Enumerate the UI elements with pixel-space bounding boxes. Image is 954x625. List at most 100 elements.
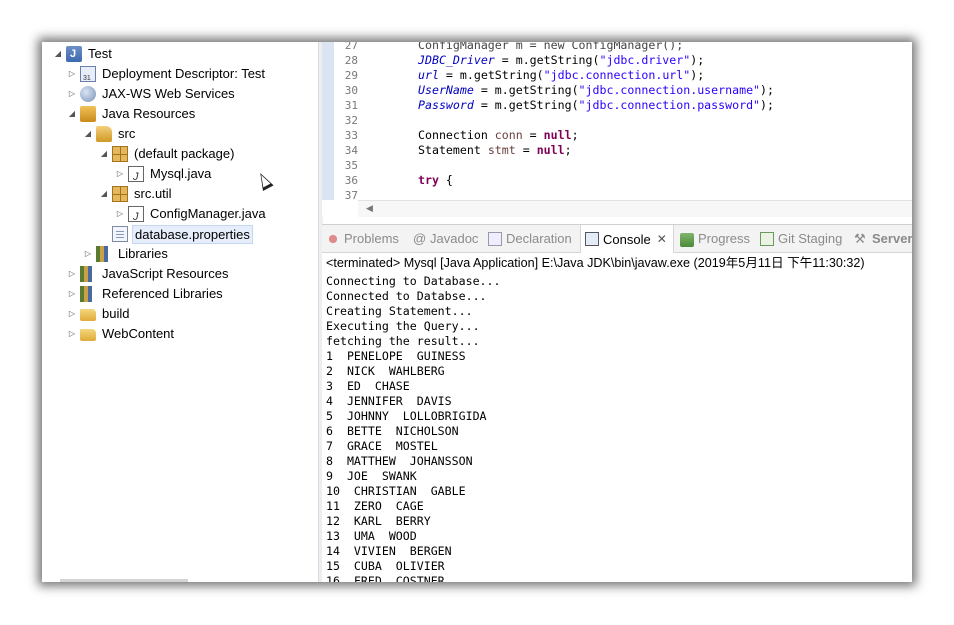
console-output-line: 6 BETTE NICHOLSON	[326, 424, 459, 438]
servers-icon	[854, 225, 868, 252]
code-token: {	[438, 173, 453, 187]
tree-item-libraries[interactable]: ▷ Libraries	[82, 244, 170, 264]
tree-item-java-resources[interactable]: ◢ Java Resources	[66, 104, 197, 124]
tree-item-test[interactable]: ◢ Test	[52, 44, 114, 64]
code-line-partial: ConfigManager m = new ConfigManager();	[418, 42, 684, 52]
collapsed-arrow-icon[interactable]: ▷	[66, 304, 78, 324]
tab-servers[interactable]: Server	[854, 225, 912, 252]
console-output-line: 3 ED CHASE	[326, 379, 410, 393]
tree-item-label: build	[102, 306, 130, 321]
tree-item-label: Mysql.java	[150, 166, 212, 181]
tree-item-src[interactable]: ◢ src	[82, 124, 137, 144]
code-token: = m.getString(	[438, 68, 544, 82]
expanded-arrow-icon[interactable]: ◢	[66, 104, 78, 124]
java-file-icon	[128, 206, 144, 227]
code-token: Password	[418, 98, 474, 112]
code-token: null	[543, 128, 572, 142]
console-output-line: Creating Statement...	[326, 304, 473, 318]
tree-item-deployment-descriptor[interactable]: ▷ Deployment Descriptor: Test	[66, 64, 267, 89]
console-output-line: 16 FRED COSTNER	[326, 574, 445, 582]
tree-item-database-properties[interactable]: database.properties	[98, 224, 253, 244]
tab-label: Declaration	[506, 231, 572, 246]
tree-item-label: src.util	[134, 186, 172, 201]
tree-item-referenced-libraries[interactable]: ▷ Referenced Libraries	[66, 284, 225, 304]
tab-declaration[interactable]: Declaration	[488, 225, 572, 252]
console-process-label: <terminated> Mysql [Java Application] E:…	[326, 256, 865, 270]
code-token: );	[690, 68, 705, 82]
tree-item-jaxws[interactable]: ▷ JAX-WS Web Services	[66, 84, 237, 104]
collapsed-arrow-icon[interactable]: ▷	[66, 264, 78, 284]
expanded-arrow-icon[interactable]: ◢	[98, 144, 110, 164]
tab-javadoc[interactable]: Javadoc	[412, 225, 478, 252]
close-icon[interactable]: ✕	[657, 226, 667, 253]
declaration-icon	[488, 231, 502, 246]
eclipse-window: ◢ Test ▷ Deployment Descriptor: Test ▷ J…	[42, 42, 912, 582]
line-number: 33	[344, 129, 358, 142]
horizontal-scrollbar[interactable]	[60, 579, 188, 582]
collapsed-arrow-icon[interactable]: ▷	[82, 244, 94, 264]
expanded-arrow-icon[interactable]: ◢	[82, 124, 94, 144]
tab-label: Git Staging	[778, 231, 843, 246]
problems-icon	[326, 231, 340, 246]
tree-item-webcontent[interactable]: ▷ WebContent	[66, 324, 176, 344]
tree-item-src-util[interactable]: ◢ src.util	[98, 184, 174, 204]
console-output-line: 5 JOHNNY LOLLOBRIGIDA	[326, 409, 487, 423]
expanded-arrow-icon[interactable]: ◢	[98, 184, 110, 204]
tree-item-label: Referenced Libraries	[102, 286, 223, 301]
line-number: 36	[344, 174, 358, 187]
code-line: try {	[418, 173, 453, 188]
collapsed-arrow-icon[interactable]: ▷	[66, 84, 78, 104]
code-token: );	[760, 98, 774, 112]
code-token: UserName	[418, 83, 474, 97]
console-output-line: 8 MATTHEW JOHANSSON	[326, 454, 473, 468]
tab-problems[interactable]: Problems	[326, 225, 399, 252]
console-output-line: 15 CUBA OLIVIER	[326, 559, 445, 573]
code-token: = m.getString(	[473, 98, 579, 112]
package-icon	[112, 146, 128, 162]
code-line: UserName = m.getString("jdbc.connection.…	[418, 83, 774, 98]
code-line: Statement stmt = null;	[418, 143, 572, 158]
code-token: =	[522, 128, 544, 142]
tree-item-label: WebContent	[102, 326, 175, 341]
line-numbers: 27 28 29 30 31 32 33 34 35 36 37	[334, 42, 358, 202]
tree-item-javascript-resources[interactable]: ▷ JavaScript Resources	[66, 264, 230, 284]
javadoc-icon	[412, 225, 426, 252]
line-number: 28	[344, 54, 358, 67]
console-output-line: 12 KARL BERRY	[326, 514, 431, 528]
package-icon	[112, 186, 128, 202]
code-line: Connection conn = null;	[418, 128, 579, 143]
line-number: 37	[344, 189, 358, 202]
scroll-left-icon[interactable]: ◀	[366, 203, 373, 214]
tab-progress[interactable]: Progress	[680, 225, 750, 252]
javascript-resources-icon	[80, 266, 96, 282]
code-token: Statement	[418, 143, 488, 157]
project-explorer-tree: ◢ Test ▷ Deployment Descriptor: Test ▷ J…	[42, 42, 318, 582]
tab-label: Javadoc	[430, 231, 479, 246]
tree-item-label: Deployment Descriptor: Test	[102, 66, 266, 81]
progress-icon	[680, 233, 694, 247]
editor-horizontal-scrollbar[interactable]: ◀	[358, 200, 912, 217]
code-token: Connection	[418, 128, 495, 142]
code-token: "jdbc.connection.username"	[578, 83, 761, 97]
tab-console[interactable]: Console ✕	[580, 225, 674, 253]
console-icon	[585, 232, 599, 246]
tab-git-staging[interactable]: Git Staging	[760, 225, 842, 252]
tree-item-configmanager-java[interactable]: ▷ ConfigManager.java	[114, 204, 268, 227]
collapsed-arrow-icon[interactable]: ▷	[66, 284, 78, 304]
code-token: conn	[494, 128, 523, 142]
collapsed-arrow-icon[interactable]: ▷	[114, 204, 126, 224]
collapsed-arrow-icon[interactable]: ▷	[114, 164, 126, 184]
console-view: Problems Javadoc Declaration Console ✕ P…	[322, 224, 912, 582]
expanded-arrow-icon[interactable]: ◢	[52, 44, 64, 64]
console-output-line: 13 UMA WOOD	[326, 529, 417, 543]
tree-item-mysql-java[interactable]: ▷ Mysql.java	[114, 164, 213, 187]
code-token: "jdbc.connection.url"	[543, 68, 691, 82]
code-token: "jdbc.connection.password"	[578, 98, 761, 112]
collapsed-arrow-icon[interactable]: ▷	[66, 64, 78, 84]
tree-item-default-package[interactable]: ◢ (default package)	[98, 144, 236, 164]
collapsed-arrow-icon[interactable]: ▷	[66, 324, 78, 344]
libraries-icon	[96, 246, 112, 262]
code-editor[interactable]: 27 28 29 30 31 32 33 34 35 36 37 ConfigManager m …	[322, 42, 912, 217]
tree-item-build[interactable]: ▷ build	[66, 304, 131, 324]
code-token: );	[760, 83, 774, 97]
